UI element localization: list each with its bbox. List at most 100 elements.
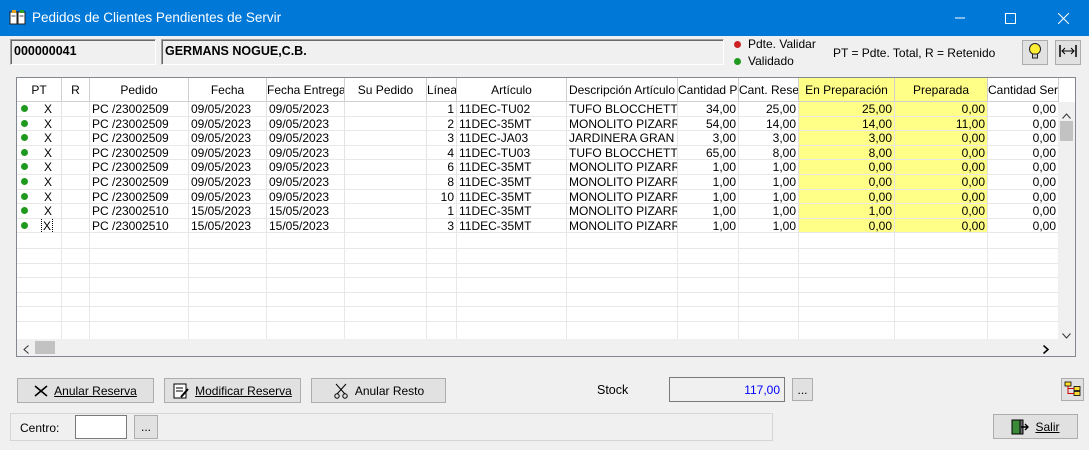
- centro-input[interactable]: [75, 415, 127, 439]
- cell-entrega: 09/05/2023: [267, 116, 345, 132]
- cell-pedido: PC /23002509: [90, 131, 189, 146]
- cell-linea: 10: [427, 189, 457, 205]
- grid-column-line: [894, 233, 895, 340]
- tree-view-button[interactable]: [1061, 378, 1084, 401]
- cell-art: 11DEC-35MT: [457, 175, 567, 190]
- header-fecha[interactable]: Fecha: [189, 78, 267, 102]
- cell-pend: 1,00: [678, 218, 739, 234]
- cell-prep: 0,00: [799, 175, 895, 190]
- header-linea[interactable]: Línea: [427, 78, 457, 102]
- horizontal-scrollbar[interactable]: [17, 339, 1059, 356]
- header-cantidad-servida[interactable]: Cantidad Servida: [988, 78, 1059, 102]
- cell-art: 11DEC-35MT: [457, 218, 567, 234]
- grid-column-line: [426, 233, 427, 340]
- cell-serv: 0,00: [988, 145, 1059, 161]
- minimize-button[interactable]: [937, 0, 983, 36]
- cell-res: 3,00: [739, 131, 799, 146]
- grid-column-line: [798, 233, 799, 340]
- pt-mark: X: [44, 160, 53, 175]
- cell-prep: 0,00: [799, 218, 895, 234]
- header-su-pedido[interactable]: Su Pedido: [345, 78, 427, 102]
- salir-button[interactable]: Salir: [993, 414, 1078, 439]
- cell-entrega: 15/05/2023: [267, 218, 345, 234]
- vertical-scrollbar[interactable]: [1058, 102, 1075, 340]
- edit-document-icon: [173, 383, 189, 399]
- cell-pedido: PC /23002509: [90, 102, 189, 117]
- header-en-preparacion[interactable]: En Preparación: [799, 78, 895, 102]
- minimize-icon: [955, 13, 965, 23]
- modificar-reserva-button[interactable]: Modificar Reserva: [164, 378, 301, 403]
- grid-column-line: [266, 233, 267, 340]
- cell-entrega: 15/05/2023: [267, 204, 345, 219]
- cell-res: 1,00: [739, 204, 799, 219]
- grid-line: [17, 306, 1059, 308]
- validated-dot-icon: [21, 134, 28, 142]
- anular-resto-button[interactable]: Anular Resto: [311, 378, 446, 403]
- close-button[interactable]: [1040, 0, 1086, 36]
- header-articulo[interactable]: Artículo: [457, 78, 567, 102]
- anular-reserva-button[interactable]: Anular Reserva: [17, 378, 154, 403]
- hint-button[interactable]: [1022, 40, 1048, 65]
- cell-entrega: 09/05/2023: [267, 102, 345, 117]
- header-preparada[interactable]: Preparada: [895, 78, 988, 102]
- vertical-scroll-thumb[interactable]: [1060, 121, 1073, 141]
- cell-r: [62, 116, 90, 132]
- cross-icon: [34, 384, 48, 397]
- header-fecha-entrega[interactable]: Fecha Entrega: [267, 78, 345, 102]
- cell-res: 1,00: [739, 189, 799, 205]
- horizontal-scroll-thumb[interactable]: [35, 341, 55, 354]
- cell-pend: 65,00: [678, 145, 739, 161]
- scroll-right-icon[interactable]: [1042, 343, 1050, 356]
- stock-ellipsis-button[interactable]: ...: [792, 378, 813, 401]
- cell-prepd: 0,00: [895, 189, 988, 205]
- grid-line: [17, 291, 1059, 293]
- cell-su: [345, 175, 427, 190]
- orders-grid[interactable]: PT R Pedido Fecha Fecha Entrega Su Pedido Líne…: [16, 77, 1076, 357]
- grid-body: PT R Pedido Fecha Fecha Entrega Su Pedido Líne…: [17, 78, 1059, 340]
- book-icon: [9, 9, 27, 27]
- cell-art: 11DEC-35MT: [457, 116, 567, 132]
- cell-linea: 3: [427, 131, 457, 146]
- grid-column-line: [188, 233, 189, 340]
- scroll-up-icon[interactable]: [1062, 108, 1071, 122]
- validated-dot-icon: [21, 192, 28, 200]
- pending-dot-icon: [734, 40, 741, 48]
- anular-resto-label: Anular Resto: [354, 383, 425, 398]
- cell-prep: 0,00: [799, 189, 895, 205]
- header-pt[interactable]: PT: [17, 78, 62, 102]
- cell-fecha: 09/05/2023: [189, 102, 267, 117]
- cell-pedido: PC /23002509: [90, 189, 189, 205]
- cell-prepd: 0,00: [895, 102, 988, 117]
- header-cantidad-pendiente[interactable]: Cantidad Pendiente: [678, 78, 739, 102]
- cell-fecha: 09/05/2023: [189, 160, 267, 175]
- pt-mark: X: [44, 189, 53, 204]
- fit-columns-button[interactable]: [1055, 40, 1081, 65]
- centro-ellipsis-button[interactable]: ...: [134, 415, 158, 439]
- maximize-icon: [1004, 12, 1016, 24]
- cell-pend: 1,00: [678, 189, 739, 205]
- pt-mark: X: [44, 131, 53, 146]
- client-name-field: GERMANS NOGUE,C.B.: [161, 39, 724, 65]
- grid-column-line: [987, 233, 988, 340]
- cell-pend: 1,00: [678, 204, 739, 219]
- scroll-left-icon[interactable]: [23, 343, 29, 356]
- header-pedido[interactable]: Pedido: [90, 78, 189, 102]
- maximize-button[interactable]: [987, 0, 1033, 36]
- header-r[interactable]: R: [62, 78, 90, 102]
- cell-r: [62, 160, 90, 175]
- cell-art: 11DEC-JA03: [457, 131, 567, 146]
- pt-mark: X: [44, 116, 53, 131]
- grid-line: [17, 321, 1059, 322]
- cell-res: 14,00: [739, 116, 799, 132]
- grid-line: [17, 248, 1059, 249]
- grid-column-line: [738, 233, 739, 340]
- cell-serv: 0,00: [988, 160, 1059, 175]
- pt-mark: X: [40, 218, 54, 233]
- header-descripcion[interactable]: Descripción Artículo: [567, 78, 678, 102]
- cell-su: [345, 102, 427, 117]
- cell-serv: 0,00: [988, 131, 1059, 146]
- header-cant-reservada[interactable]: Cant. Reservada: [739, 78, 799, 102]
- cell-pedido: PC /23002509: [90, 175, 189, 190]
- cell-pt: X: [17, 131, 62, 146]
- cell-art: 11DEC-TU02: [457, 102, 567, 117]
